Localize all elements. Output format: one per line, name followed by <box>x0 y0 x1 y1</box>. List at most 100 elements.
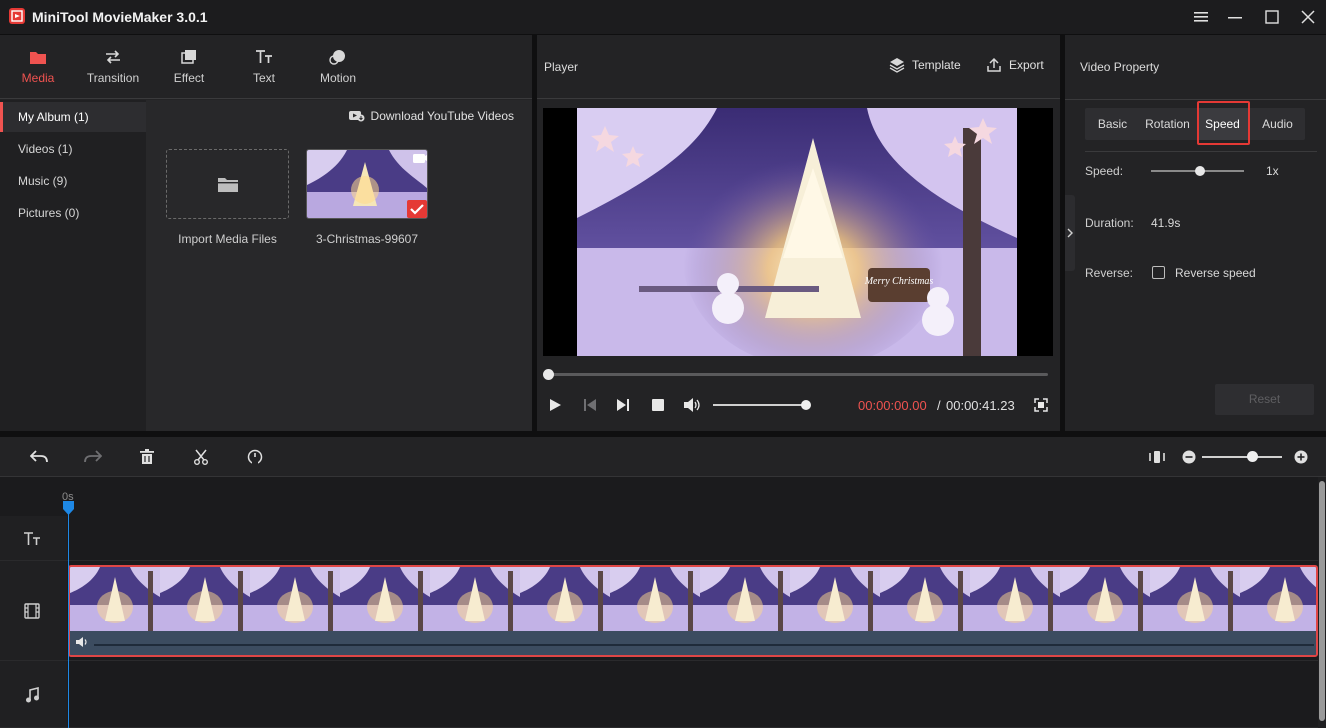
video-preview: Merry Christmas <box>543 108 1053 356</box>
merry-christmas-sign: Merry Christmas <box>864 276 934 287</box>
fit-timeline-icon[interactable] <box>1147 447 1167 467</box>
total-time: 00:00:41.23 <box>946 398 1015 413</box>
tool-media-label: Media <box>22 71 55 85</box>
close-icon[interactable] <box>1291 0 1325 34</box>
music-track[interactable] <box>0 661 1318 728</box>
zoom-slider[interactable] <box>1202 456 1282 458</box>
clip-audio-bar[interactable] <box>70 631 1318 655</box>
album-item-music[interactable]: Music (9) <box>0 166 146 196</box>
reset-button[interactable]: Reset <box>1215 384 1314 415</box>
reverse-speed-checkbox[interactable] <box>1152 266 1165 279</box>
video-property-title: Video Property <box>1080 60 1159 74</box>
timeline-scrollbar[interactable] <box>1318 477 1326 728</box>
title-bar: MiniTool MovieMaker 3.0.1 <box>0 0 1326 34</box>
download-youtube-button[interactable]: Download YouTube Videos <box>349 109 514 123</box>
tab-basic[interactable]: Basic <box>1085 108 1140 140</box>
video-clip[interactable] <box>68 565 1318 657</box>
export-button[interactable]: Export <box>986 57 1044 73</box>
app-title: MiniTool MovieMaker 3.0.1 <box>32 9 208 25</box>
tool-effect[interactable]: Effect <box>151 35 227 99</box>
volume-icon[interactable] <box>683 396 701 414</box>
reverse-speed-label[interactable]: Reverse speed <box>1175 266 1256 280</box>
speed-gauge-icon[interactable] <box>245 447 265 467</box>
speed-handle[interactable] <box>1195 166 1205 176</box>
text-track[interactable] <box>0 516 1318 561</box>
tool-text[interactable]: Text <box>226 35 302 99</box>
media-panel: Media Transition Effect Text Motion My A… <box>0 35 532 431</box>
video-track-icon <box>0 561 63 661</box>
delete-icon[interactable] <box>137 447 157 467</box>
previous-frame-icon[interactable] <box>581 396 599 414</box>
album-item-pictures[interactable]: Pictures (0) <box>0 198 146 228</box>
player-header: Player Template Export <box>537 35 1060 99</box>
divider <box>1065 99 1326 100</box>
swap-arrows-icon <box>104 49 122 65</box>
current-time: 00:00:00.00 <box>858 398 927 413</box>
collapse-panel-button[interactable] <box>1065 195 1075 271</box>
volume-handle[interactable] <box>801 400 811 410</box>
audio-level-line <box>94 644 1314 646</box>
tool-motion[interactable]: Motion <box>300 35 376 99</box>
zoom-handle[interactable] <box>1247 451 1258 462</box>
album-item-my-album[interactable]: My Album (1) <box>0 102 146 132</box>
tool-text-label: Text <box>253 71 275 85</box>
tab-rotation[interactable]: Rotation <box>1140 108 1195 140</box>
import-media-button[interactable] <box>166 149 289 219</box>
motion-icon <box>329 49 347 65</box>
import-media-label: Import Media Files <box>156 232 299 246</box>
seek-bar[interactable] <box>547 373 1048 376</box>
export-icon <box>986 57 1002 73</box>
scrollbar-thumb[interactable] <box>1319 481 1325 721</box>
split-scissors-icon[interactable] <box>191 447 211 467</box>
layers-icon <box>889 57 905 73</box>
speed-label: Speed: <box>1085 164 1123 178</box>
chevron-right-icon <box>1067 228 1073 238</box>
player-panel: Player Template Export <box>537 35 1060 431</box>
media-library: Download YouTube Videos Import Media Fil… <box>146 100 532 431</box>
time-separator: / <box>937 398 941 413</box>
volume-slider[interactable] <box>713 404 806 406</box>
tab-audio[interactable]: Audio <box>1250 108 1305 140</box>
minimize-icon[interactable] <box>1218 0 1252 34</box>
player-title: Player <box>544 60 578 74</box>
tool-transition[interactable]: Transition <box>75 35 151 99</box>
duration-label: Duration: <box>1085 216 1134 230</box>
property-tabs: Basic Rotation Speed Audio <box>1085 108 1305 140</box>
youtube-download-icon <box>349 110 365 122</box>
album-item-videos[interactable]: Videos (1) <box>0 134 146 164</box>
clip-volume-icon[interactable] <box>75 636 89 648</box>
app-logo-icon <box>9 8 25 24</box>
media-clip-thumbnail[interactable] <box>306 149 428 219</box>
text-track-icon <box>0 516 63 561</box>
folder-icon <box>217 175 239 193</box>
menu-icon[interactable] <box>1184 0 1218 34</box>
playhead-line <box>68 507 69 728</box>
music-track-icon <box>0 661 63 728</box>
fullscreen-icon[interactable] <box>1032 396 1050 414</box>
duration-value: 41.9s <box>1151 216 1180 230</box>
zoom-out-icon[interactable] <box>1179 447 1199 467</box>
stop-icon[interactable] <box>649 396 667 414</box>
speed-tab-highlight <box>1197 101 1250 145</box>
folder-icon <box>29 49 47 65</box>
tool-media[interactable]: Media <box>0 35 76 99</box>
zoom-in-icon[interactable] <box>1291 447 1311 467</box>
effect-layers-icon <box>180 49 198 65</box>
text-icon <box>255 49 273 65</box>
timeline-toolbar <box>0 437 1326 477</box>
playhead-handle[interactable] <box>63 501 74 515</box>
maximize-icon[interactable] <box>1255 0 1289 34</box>
album-sidebar: My Album (1) Videos (1) Music (9) Pictur… <box>0 100 146 431</box>
download-youtube-label: Download YouTube Videos <box>371 109 514 123</box>
media-clip-label: 3-Christmas-99607 <box>296 232 438 246</box>
template-button[interactable]: Template <box>889 57 961 73</box>
template-label: Template <box>912 58 961 72</box>
redo-icon[interactable] <box>83 447 103 467</box>
seek-handle[interactable] <box>543 369 554 380</box>
tool-motion-label: Motion <box>320 71 356 85</box>
timeline-ruler[interactable] <box>67 477 1318 516</box>
play-icon[interactable] <box>546 396 564 414</box>
next-frame-icon[interactable] <box>614 396 632 414</box>
undo-icon[interactable] <box>29 447 49 467</box>
tool-transition-label: Transition <box>87 71 139 85</box>
